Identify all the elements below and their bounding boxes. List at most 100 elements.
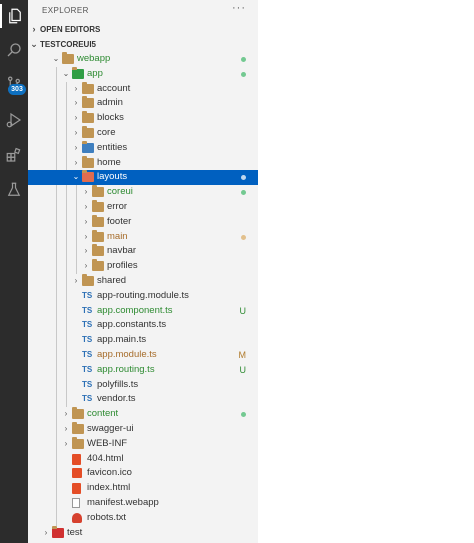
tree-folder-row[interactable]: › test — [28, 525, 258, 541]
tree-folder-row[interactable]: › core — [28, 125, 258, 141]
chevron-right-icon[interactable]: › — [81, 185, 91, 200]
tree-folder-row[interactable]: › home — [28, 155, 258, 171]
folder-icon — [82, 273, 94, 286]
chevron-down-icon: ⌄ — [30, 39, 38, 49]
chevron-down-icon[interactable]: ⌄ — [61, 67, 71, 82]
tree-folder-row[interactable]: › shared — [28, 273, 258, 289]
chevron-right-icon[interactable]: › — [61, 422, 71, 437]
tree-item-label: app.routing.ts — [97, 363, 155, 375]
tree-file-row[interactable]: TS app.main.ts — [28, 333, 258, 348]
chevron-right-icon[interactable]: › — [71, 96, 81, 111]
tree-folder-row[interactable]: › account — [28, 81, 258, 97]
tree-file-row[interactable]: favicon.ico — [28, 466, 258, 482]
indent-guide — [66, 125, 67, 141]
chevron-down-icon[interactable]: ⌄ — [51, 52, 61, 67]
tree-folder-row[interactable]: › admin — [28, 96, 258, 112]
typescript-icon: TS — [82, 364, 93, 374]
indent-guide — [56, 303, 57, 319]
tree-file-row[interactable]: TS app.module.ts M — [28, 347, 258, 363]
indent-guide — [66, 96, 67, 112]
indent-guide — [56, 66, 57, 82]
tree-item-label: shared — [97, 274, 127, 286]
tree-file-row[interactable]: 404.html — [28, 451, 258, 467]
tree-folder-row[interactable]: › WEB-INF — [28, 436, 258, 452]
tree-folder-row[interactable]: › main — [28, 229, 258, 245]
tree-file-row[interactable]: TS app.constants.ts — [28, 318, 258, 334]
tree-file-row[interactable]: robots.txt — [28, 510, 258, 526]
tree-file-row[interactable]: TS app-routing.module.ts — [28, 288, 258, 304]
tree-folder-row[interactable]: › error — [28, 199, 258, 215]
tree-folder-row[interactable]: ⌄ layouts — [28, 170, 258, 186]
git-status-dot — [241, 412, 246, 418]
indent-guide — [56, 392, 57, 408]
tree-file-row[interactable]: TS polyfills.ts — [28, 377, 258, 393]
chevron-right-icon[interactable]: › — [81, 215, 91, 230]
chevron-right-icon[interactable]: › — [41, 526, 51, 541]
chevron-down-icon[interactable]: ⌄ — [71, 170, 81, 185]
chevron-right-icon[interactable]: › — [81, 200, 91, 215]
tree-file-row[interactable]: manifest.webapp — [28, 495, 258, 511]
indent-guide — [56, 288, 57, 304]
testing-flask-icon[interactable] — [2, 178, 26, 202]
tree-item-label: 404.html — [87, 452, 124, 464]
indent-guide — [66, 155, 67, 171]
indent-guide — [56, 436, 57, 452]
tree-folder-row[interactable]: › blocks — [28, 111, 258, 126]
project-header[interactable]: ⌄ TESTCOREUI5 — [28, 37, 258, 52]
tree-folder-row[interactable]: › swagger-ui — [28, 421, 258, 437]
explorer-icon[interactable] — [0, 4, 28, 28]
open-editors-header[interactable]: › OPEN EDITORS — [28, 22, 258, 37]
activity-bar: 303 — [0, 0, 28, 543]
tree-file-row[interactable]: TS app.component.ts U — [28, 303, 258, 319]
indent-guide — [76, 229, 77, 245]
robot-icon — [72, 512, 82, 523]
search-icon[interactable] — [2, 38, 26, 62]
chevron-right-icon[interactable]: › — [71, 82, 81, 97]
chevron-right-icon[interactable]: › — [71, 141, 81, 156]
indent-guide — [56, 140, 57, 156]
indent-guide — [56, 347, 57, 363]
folder-icon — [82, 81, 94, 94]
tree-item-label: app — [87, 67, 103, 79]
folder-icon — [92, 229, 104, 242]
indent-guide — [56, 125, 57, 141]
folder-icon — [82, 125, 94, 138]
tree-folder-row[interactable]: › navbar — [28, 244, 258, 260]
chevron-right-icon[interactable]: › — [61, 407, 71, 422]
tree-folder-row[interactable]: › content — [28, 407, 258, 422]
tree-folder-row[interactable]: › coreui — [28, 185, 258, 200]
folder-icon — [72, 421, 84, 434]
folder-open-icon — [62, 52, 74, 64]
chevron-right-icon[interactable]: › — [61, 437, 71, 452]
git-status-letter: U — [239, 364, 247, 375]
typescript-icon: TS — [82, 349, 93, 359]
chevron-right-icon[interactable]: › — [81, 259, 91, 274]
tree-file-row[interactable]: index.html — [28, 481, 258, 496]
indent-guide — [66, 185, 67, 200]
indent-guide — [76, 259, 77, 274]
tree-item-label: coreui — [107, 186, 133, 198]
chevron-right-icon[interactable]: › — [81, 230, 91, 245]
editor-area — [258, 0, 474, 543]
tree-item-label: core — [97, 126, 116, 138]
chevron-right-icon[interactable]: › — [71, 126, 81, 141]
tree-folder-row[interactable]: › entities — [28, 140, 258, 156]
run-debug-icon[interactable] — [2, 108, 26, 132]
tree-folder-row[interactable]: › footer — [28, 214, 258, 230]
tree-folder-row[interactable]: ⌄ webapp — [28, 52, 258, 67]
open-editors-label: OPEN EDITORS — [40, 25, 101, 34]
tree-file-row[interactable]: TS vendor.ts — [28, 392, 258, 408]
tree-item-label: WEB-INF — [87, 437, 128, 449]
indent-guide — [66, 377, 67, 393]
extensions-icon[interactable] — [2, 143, 26, 167]
tree-folder-row[interactable]: › profiles — [28, 259, 258, 274]
chevron-right-icon[interactable]: › — [71, 274, 81, 289]
more-actions-icon[interactable]: ··· — [232, 2, 246, 14]
chevron-right-icon[interactable]: › — [71, 156, 81, 171]
chevron-right-icon[interactable]: › — [71, 111, 81, 126]
chevron-right-icon[interactable]: › — [81, 244, 91, 259]
tree-folder-row[interactable]: ⌄ app — [28, 66, 258, 82]
indent-guide — [76, 244, 77, 260]
tree-file-row[interactable]: TS app.routing.ts U — [28, 362, 258, 378]
tree-item-label: polyfills.ts — [97, 378, 139, 390]
